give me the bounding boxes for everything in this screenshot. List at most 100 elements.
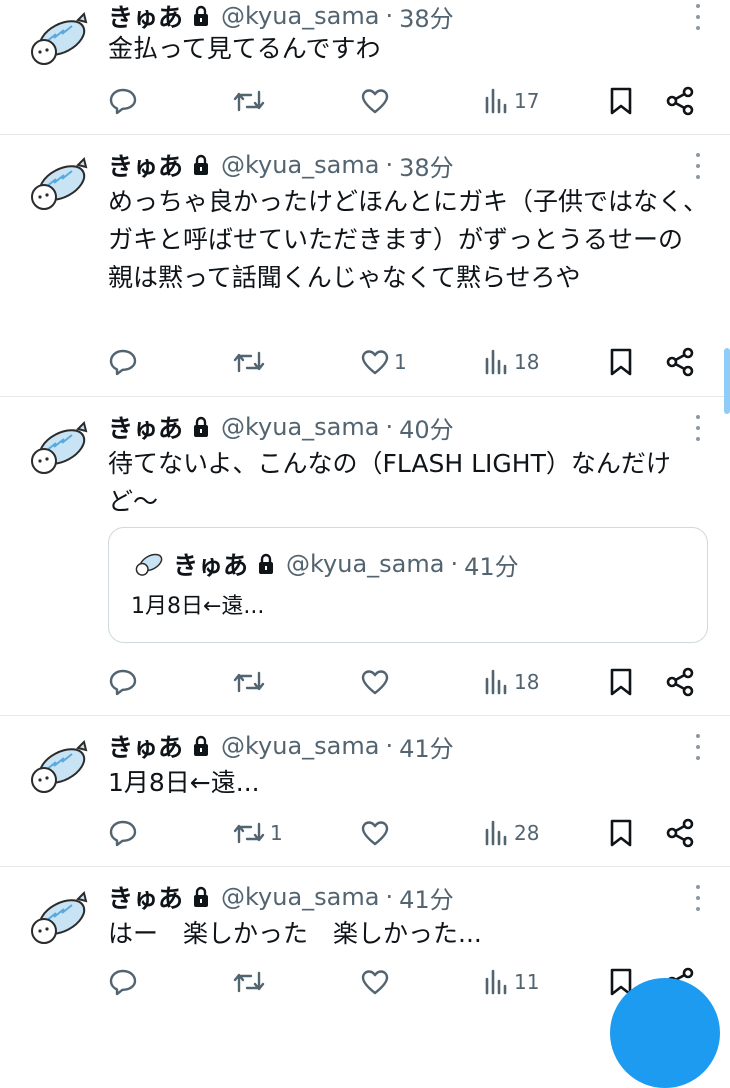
more-options-icon[interactable] xyxy=(694,4,702,30)
more-options-icon[interactable] xyxy=(694,153,702,179)
user-handle[interactable]: @kyua_sama xyxy=(221,883,379,911)
lock-icon xyxy=(194,886,209,907)
reply-button[interactable] xyxy=(108,816,142,850)
timestamp[interactable]: 38分 xyxy=(399,0,454,34)
views-button[interactable]: 18 xyxy=(484,665,539,699)
retweet-button[interactable] xyxy=(232,345,270,379)
avatar[interactable] xyxy=(22,157,90,215)
lock-icon xyxy=(194,154,209,175)
compose-button[interactable] xyxy=(610,978,720,1088)
timestamp[interactable]: 38分 xyxy=(399,148,454,183)
separator-dot: · xyxy=(385,413,394,441)
analytics-icon xyxy=(485,669,507,695)
display-name[interactable]: きゅあ xyxy=(108,879,183,915)
tweet[interactable]: きゅあ @kyua_sama · 38分 めっちゃ良かったけどほんとにガキ（子供… xyxy=(0,135,730,395)
bookmark-button[interactable] xyxy=(608,816,634,850)
display-name[interactable]: きゅあ xyxy=(108,147,183,183)
tweet[interactable]: きゅあ @kyua_sama · 38分 金払って見てるんですわ 17 xyxy=(0,0,730,134)
heart-icon xyxy=(361,821,389,846)
share-button[interactable] xyxy=(664,345,696,379)
tweet-header: きゅあ @kyua_sama · 41分 xyxy=(108,728,454,764)
separator-dot: · xyxy=(385,2,394,30)
reply-button[interactable] xyxy=(108,84,142,118)
retweet-icon xyxy=(233,351,265,373)
scrollbar[interactable] xyxy=(724,348,730,414)
action-bar: 1 18 xyxy=(0,345,730,379)
like-button[interactable]: 1 xyxy=(360,345,407,379)
display-name[interactable]: きゅあ xyxy=(108,409,183,445)
tweet-text: 待てないよ、こんなの（FLASH LIGHT）なんだけど〜 xyxy=(108,449,671,516)
tweet[interactable]: きゅあ @kyua_sama · 41分 はー 楽しかった 楽しかった... 1… xyxy=(0,867,730,1000)
tweet-header: きゅあ @kyua_sama · 40分 xyxy=(108,409,454,445)
share-button[interactable] xyxy=(664,665,696,699)
quoted-tweet[interactable]: きゅあ @kyua_sama · 41分 1月8日←遠... xyxy=(108,527,708,643)
user-handle[interactable]: @kyua_sama xyxy=(221,151,379,179)
reply-button[interactable] xyxy=(108,665,142,699)
retweet-icon xyxy=(233,971,265,993)
more-options-icon[interactable] xyxy=(694,885,702,911)
user-handle[interactable]: @kyua_sama xyxy=(221,2,379,30)
tweet[interactable]: きゅあ @kyua_sama · 41分 1月8日←遠... 1 28 xyxy=(0,716,730,866)
lock-icon xyxy=(194,5,209,26)
action-bar: 17 xyxy=(0,84,730,118)
user-handle[interactable]: @kyua_sama xyxy=(221,732,379,760)
avatar[interactable] xyxy=(22,421,90,479)
bookmark-button[interactable] xyxy=(608,665,634,699)
reply-icon xyxy=(109,88,137,115)
avatar[interactable] xyxy=(22,891,90,949)
share-icon xyxy=(666,86,694,116)
retweet-button[interactable] xyxy=(232,665,270,699)
action-bar: 18 xyxy=(0,665,730,699)
heart-icon xyxy=(361,89,389,114)
bookmark-button[interactable] xyxy=(608,84,634,118)
avatar[interactable] xyxy=(22,740,90,798)
bookmark-icon xyxy=(610,87,632,115)
like-button[interactable] xyxy=(360,84,394,118)
retweet-icon xyxy=(233,90,265,112)
views-button[interactable]: 28 xyxy=(484,816,539,850)
reply-button[interactable] xyxy=(108,345,142,379)
more-options-icon[interactable] xyxy=(694,734,702,760)
reply-icon xyxy=(109,969,137,996)
reply-icon xyxy=(109,349,137,376)
like-button[interactable] xyxy=(360,965,394,999)
retweet-button[interactable] xyxy=(232,84,270,118)
user-handle[interactable]: @kyua_sama xyxy=(221,413,379,441)
bookmark-icon xyxy=(610,348,632,376)
tweet[interactable]: きゅあ @kyua_sama · 40分 待てないよ、こんなの（FLASH LI… xyxy=(0,397,730,715)
separator-dot: · xyxy=(385,883,394,911)
bookmark-icon xyxy=(610,819,632,847)
quoted-timestamp: 41分 xyxy=(464,552,519,581)
share-icon xyxy=(666,347,694,377)
retweet-icon xyxy=(233,822,265,844)
like-button[interactable] xyxy=(360,665,394,699)
timestamp[interactable]: 40分 xyxy=(399,410,454,445)
retweet-icon xyxy=(233,671,265,693)
like-button[interactable] xyxy=(360,816,394,850)
display-name[interactable]: きゅあ xyxy=(108,0,183,34)
reply-icon xyxy=(109,820,137,847)
views-button[interactable]: 18 xyxy=(484,345,539,379)
quoted-header: きゅあ @kyua_sama · 41分 xyxy=(173,548,519,581)
avatar[interactable] xyxy=(22,12,90,70)
tweet-text: 金払って見てるんですわ xyxy=(108,34,381,63)
lock-icon xyxy=(259,553,274,574)
heart-icon xyxy=(361,350,389,375)
separator-dot: · xyxy=(385,151,394,179)
views-button[interactable]: 11 xyxy=(484,965,539,999)
more-options-icon[interactable] xyxy=(694,415,702,441)
reply-button[interactable] xyxy=(108,965,142,999)
bookmark-button[interactable] xyxy=(608,345,634,379)
share-button[interactable] xyxy=(664,84,696,118)
analytics-icon xyxy=(485,349,507,375)
display-name[interactable]: きゅあ xyxy=(108,728,183,764)
share-button[interactable] xyxy=(664,816,696,850)
heart-icon xyxy=(361,970,389,995)
quoted-display-name: きゅあ xyxy=(173,551,249,580)
timestamp[interactable]: 41分 xyxy=(399,880,454,915)
lock-icon xyxy=(194,416,209,437)
retweet-button[interactable]: 1 xyxy=(232,816,283,850)
views-button[interactable]: 17 xyxy=(484,84,539,118)
retweet-button[interactable] xyxy=(232,965,270,999)
timestamp[interactable]: 41分 xyxy=(399,729,454,764)
